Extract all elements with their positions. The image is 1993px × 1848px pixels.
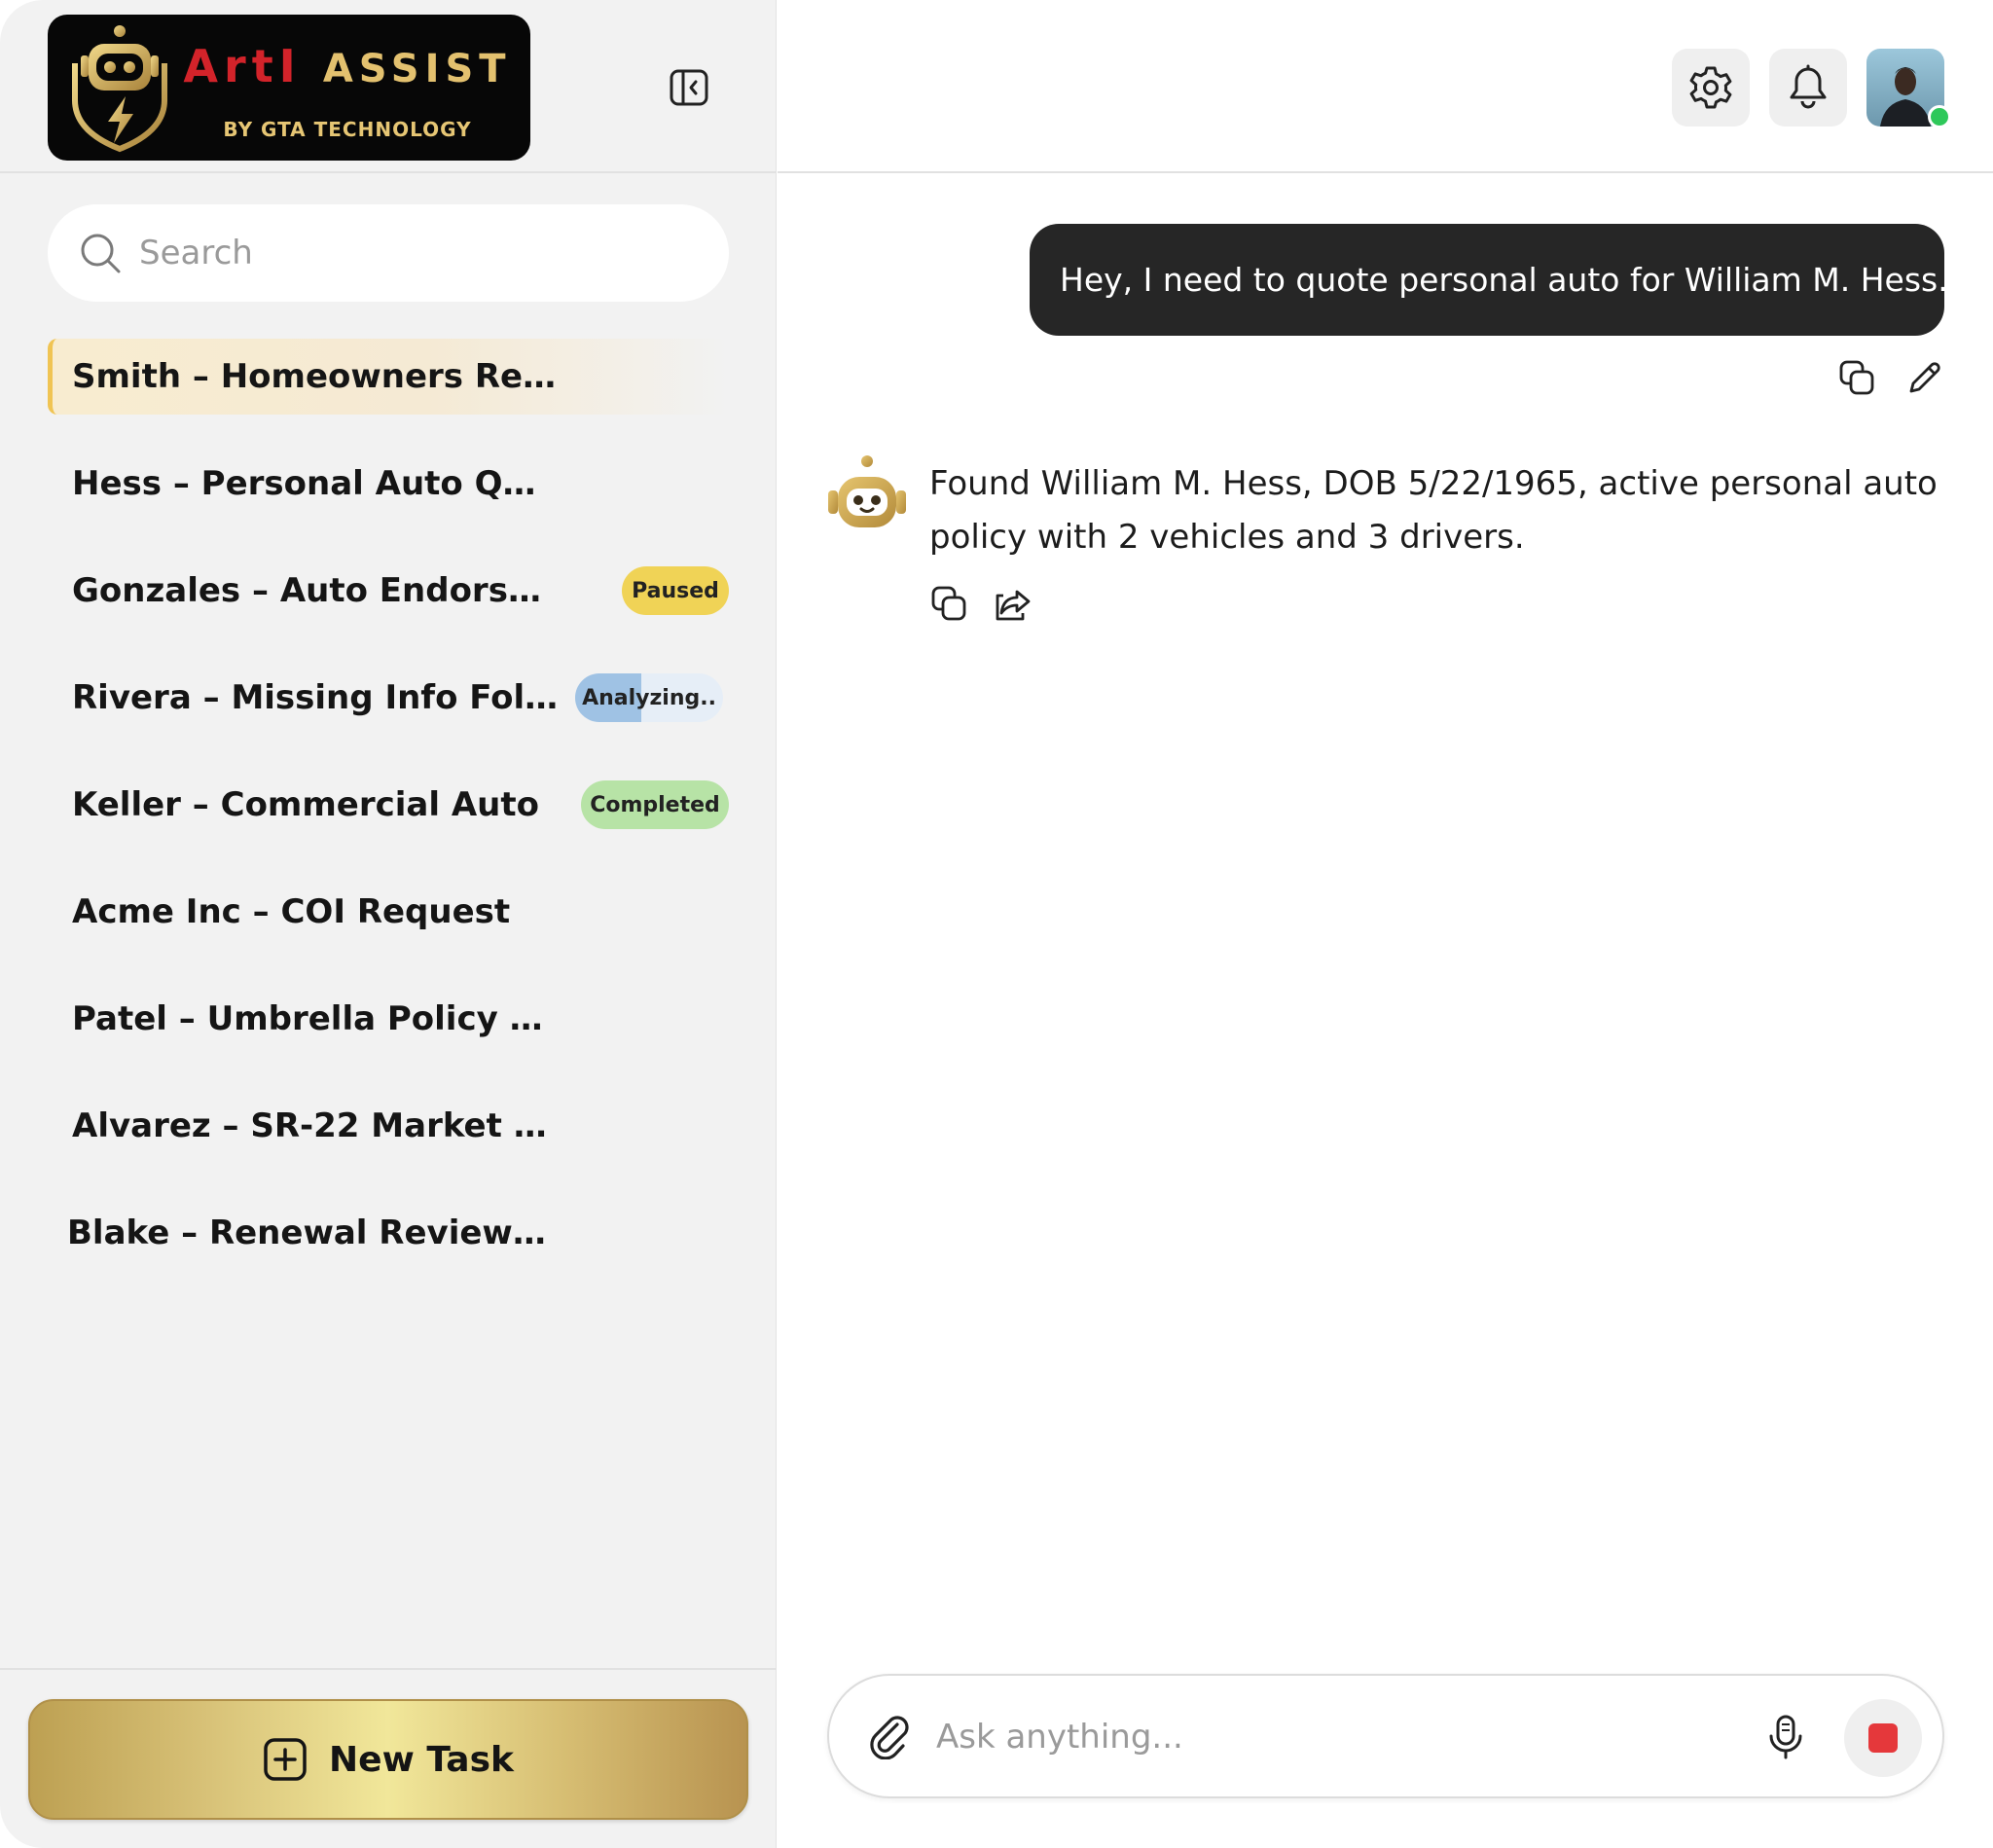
copy-icon (1839, 360, 1874, 395)
task-label: Keller – Commercial Auto (72, 785, 539, 824)
status-badge-completed: Completed (581, 780, 729, 829)
search-input[interactable] (139, 234, 684, 272)
share-icon (996, 590, 1031, 621)
task-label: Blake – Renewal Review (Auto) (67, 1214, 554, 1252)
bell-icon (1790, 64, 1827, 109)
task-item-rivera[interactable]: Rivera – Missing Info Follo... Analyzing… (48, 660, 729, 736)
task-label: Acme Inc – COI Request (72, 892, 511, 931)
analyzing-label: Analyzing.. (582, 685, 716, 710)
bot-message-text: Found William M. Hess, DOB 5/22/1965, ac… (929, 464, 1938, 557)
sidebar-toggle-icon (670, 69, 708, 106)
share-bot-message-button[interactable] (994, 584, 1033, 623)
logo-title: ArtI ASSIST (172, 44, 523, 89)
new-task-label: New Task (329, 1739, 514, 1780)
sidebar: ArtI ASSIST BY GTA TECHNOLOGY Search Smi… (0, 0, 777, 1848)
logo-title-arti: ArtI (183, 40, 302, 92)
robot-shield-icon (72, 25, 167, 153)
online-status-dot (1928, 105, 1951, 128)
edit-user-message-button[interactable] (1905, 358, 1944, 397)
status-badge-analyzing: Analyzing.. (575, 673, 723, 722)
status-badge-paused: Paused (622, 566, 729, 615)
stop-button[interactable] (1844, 1699, 1922, 1777)
logo-subtitle: BY GTA TECHNOLOGY (223, 118, 472, 141)
user-message-tools (1837, 358, 1944, 397)
message-input[interactable] (936, 1709, 1695, 1765)
search-bar (48, 204, 729, 302)
new-task-button[interactable]: New Task (28, 1699, 748, 1820)
task-item-gonzales[interactable]: Gonzales – Auto Endorse... Paused (48, 553, 729, 629)
sidebar-header: ArtI ASSIST BY GTA TECHNOLOGY (0, 0, 777, 173)
app-window: ArtI ASSIST BY GTA TECHNOLOGY Search Smi… (0, 0, 1993, 1848)
copy-user-message-button[interactable] (1837, 358, 1876, 397)
robot-avatar-icon (828, 455, 906, 527)
user-message-bubble: Hey, I need to quote personal auto for W… (1030, 224, 1948, 336)
copy-icon (931, 586, 966, 621)
logo-title-assist: ASSIST (322, 47, 512, 91)
search-icon (81, 234, 121, 273)
collapse-sidebar-button[interactable] (668, 66, 710, 109)
task-label: Rivera – Missing Info Follo... (72, 678, 559, 717)
chat-area: Hey, I need to quote personal auto for W… (778, 175, 1993, 1664)
bot-message-tools (929, 584, 1033, 623)
copy-bot-message-button[interactable] (929, 584, 968, 623)
settings-button[interactable] (1672, 49, 1750, 127)
task-label: Alvarez – SR-22 Market Sweep (72, 1106, 559, 1145)
task-item-patel[interactable]: Patel – Umbrella Policy Prep (48, 981, 729, 1057)
sidebar-footer: New Task (0, 1668, 777, 1848)
task-label: Gonzales – Auto Endorse... (72, 571, 559, 610)
top-bar (778, 0, 1993, 173)
task-item-smith[interactable]: Smith – Homeowners Requote (48, 339, 729, 415)
task-item-keller[interactable]: Keller – Commercial Auto Completed (48, 767, 729, 843)
gear-icon (1689, 66, 1732, 109)
task-item-acme[interactable]: Acme Inc – COI Request (48, 874, 729, 950)
message-composer (827, 1674, 1944, 1798)
task-item-hess[interactable]: Hess – Personal Auto Quote (48, 446, 729, 522)
task-label: Patel – Umbrella Policy Prep (72, 999, 559, 1038)
microphone-icon[interactable] (1761, 1713, 1810, 1761)
app-logo[interactable]: ArtI ASSIST BY GTA TECHNOLOGY (48, 15, 530, 161)
task-item-blake[interactable]: Blake – Renewal Review (Auto) (43, 1195, 724, 1271)
plus-square-icon (264, 1738, 307, 1781)
task-label: Smith – Homeowners Requote (72, 357, 559, 396)
paperclip-icon[interactable] (868, 1715, 913, 1759)
task-item-alvarez[interactable]: Alvarez – SR-22 Market Sweep (48, 1088, 729, 1164)
task-label: Hess – Personal Auto Quote (72, 464, 559, 503)
pencil-icon (1909, 362, 1940, 393)
stop-icon (1868, 1723, 1898, 1753)
notifications-button[interactable] (1769, 49, 1847, 127)
